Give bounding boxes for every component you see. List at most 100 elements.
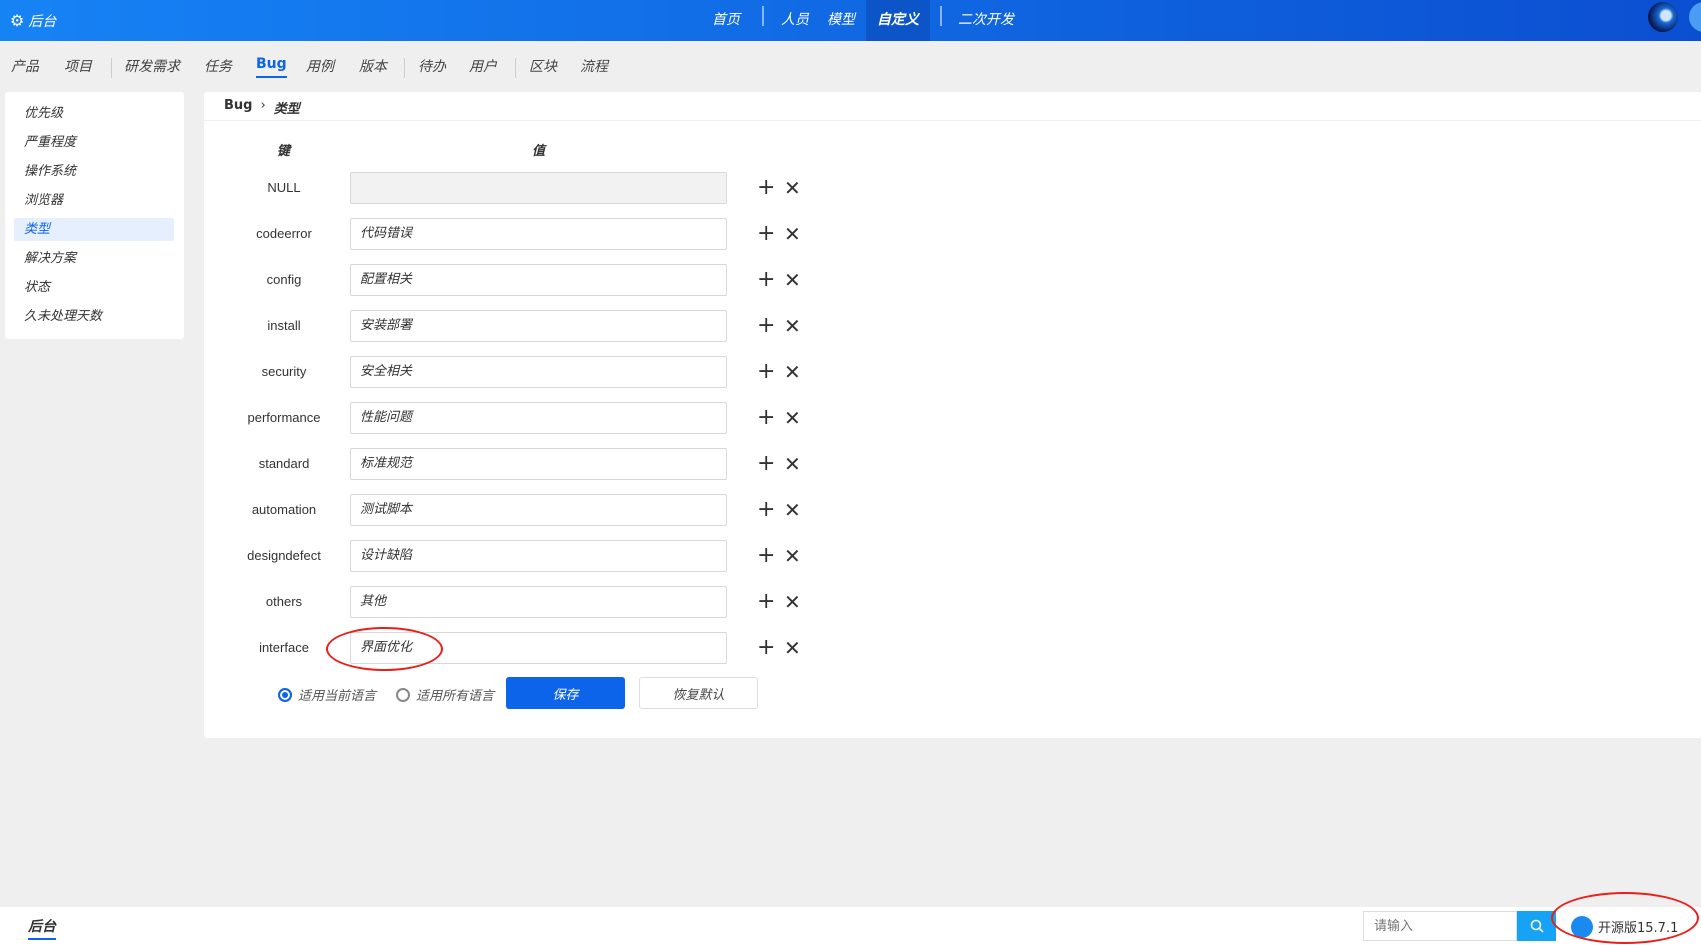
row-value-input[interactable]: 安装部署	[350, 310, 727, 342]
table-row: designdefect 设计缺陷 + ✕	[204, 540, 904, 572]
row-key: install	[267, 318, 301, 333]
plus-icon[interactable]: +	[757, 450, 775, 478]
table-row: codeerror 代码错误 + ✕	[204, 218, 904, 250]
nav-people[interactable]: 人员	[781, 0, 809, 41]
tab-task[interactable]: 任务	[204, 56, 232, 76]
nav-home[interactable]: 首页	[712, 0, 740, 41]
row-key: security	[261, 364, 307, 379]
sidebar: 优先级 严重程度 操作系统 浏览器 类型 解决方案 状态 久未处理天数	[5, 92, 184, 339]
plus-icon[interactable]: +	[757, 588, 775, 616]
nav-custom[interactable]: 自定义	[877, 0, 919, 41]
close-icon[interactable]: ✕	[784, 450, 801, 478]
footer-bar: 后台 开源版15.7.1	[0, 907, 1701, 945]
close-icon[interactable]: ✕	[784, 496, 801, 524]
nav-dev[interactable]: 二次开发	[958, 0, 1014, 41]
row-value-input[interactable]: 代码错误	[350, 218, 727, 250]
row-value-input[interactable]: 其他	[350, 586, 727, 618]
plus-icon[interactable]: +	[757, 312, 775, 340]
sidebar-item-os[interactable]: 操作系统	[14, 160, 174, 183]
table-row: config 配置相关 + ✕	[204, 264, 904, 296]
close-icon[interactable]: ✕	[784, 174, 801, 202]
nav-model[interactable]: 模型	[827, 0, 855, 41]
sidebar-item-priority[interactable]: 优先级	[14, 102, 174, 125]
search-button[interactable]	[1517, 911, 1556, 941]
row-value-input[interactable]: 设计缺陷	[350, 540, 727, 572]
plus-icon[interactable]: +	[757, 358, 775, 386]
admin-brand[interactable]: ⚙ 后台	[10, 0, 56, 41]
table-row: NULL + ✕	[204, 172, 904, 204]
table-row: automation 测试脚本 + ✕	[204, 494, 904, 526]
user-avatar[interactable]	[1648, 2, 1678, 32]
close-icon[interactable]: ✕	[784, 266, 801, 294]
row-value-input[interactable]: 界面优化	[350, 632, 727, 664]
version-label[interactable]: 开源版15.7.1	[1598, 917, 1678, 936]
row-value-input[interactable]: 配置相关	[350, 264, 727, 296]
table-row: others 其他 + ✕	[204, 586, 904, 618]
radio-checked[interactable]	[278, 687, 292, 702]
tab-case[interactable]: 用例	[306, 56, 334, 76]
row-key: performance	[247, 410, 321, 425]
row-value-input[interactable]: 标准规范	[350, 448, 727, 480]
close-icon[interactable]: ✕	[784, 588, 801, 616]
footer-label: 后台	[28, 916, 56, 940]
row-key: designdefect	[247, 548, 321, 563]
row-value-input[interactable]: 测试脚本	[350, 494, 727, 526]
sidebar-item-type[interactable]: 类型	[14, 218, 174, 241]
tab-block[interactable]: 区块	[529, 56, 557, 76]
close-icon[interactable]: ✕	[784, 220, 801, 248]
main-panel: Bug › 类型 键 值 NULL + ✕ codeerror 代码错误 + ✕ c…	[204, 92, 1701, 738]
row-key: standard	[258, 456, 310, 471]
row-key: others	[265, 594, 303, 609]
footer-search-input[interactable]	[1363, 911, 1517, 941]
radio-current-language[interactable]: 适用当前语言	[278, 685, 376, 704]
close-icon[interactable]: ✕	[784, 312, 801, 340]
sidebar-item-browser[interactable]: 浏览器	[14, 189, 174, 212]
tab-user[interactable]: 用户	[469, 56, 497, 76]
sidebar-item-severity[interactable]: 严重程度	[14, 131, 174, 154]
plus-icon[interactable]: +	[757, 634, 775, 662]
close-icon[interactable]: ✕	[784, 542, 801, 570]
plus-icon[interactable]: +	[757, 266, 775, 294]
table-row: standard 标准规范 + ✕	[204, 448, 904, 480]
row-value-input[interactable]: 性能问题	[350, 402, 727, 434]
tab-divider	[515, 58, 516, 78]
nav-divider	[940, 6, 942, 26]
radio-all-languages[interactable]: 适用所有语言	[396, 685, 494, 704]
row-key: NULL	[267, 180, 301, 195]
reset-default-button[interactable]: 恢复默认	[639, 677, 758, 709]
breadcrumb-parent[interactable]: Bug	[224, 98, 252, 117]
tab-project[interactable]: 项目	[64, 56, 92, 76]
row-key: interface	[259, 640, 309, 655]
sidebar-item-long-unhandled[interactable]: 久未处理天数	[14, 305, 174, 328]
close-icon[interactable]: ✕	[784, 404, 801, 432]
table-row: install 安装部署 + ✕	[204, 310, 904, 342]
tab-build[interactable]: 版本	[359, 56, 387, 76]
table-row: interface 界面优化 + ✕	[204, 632, 904, 664]
radio-unchecked[interactable]	[396, 687, 410, 702]
table-row: security 安全相关 + ✕	[204, 356, 904, 388]
plus-icon[interactable]: +	[757, 496, 775, 524]
save-button[interactable]: 保存	[506, 677, 625, 709]
tab-flow[interactable]: 流程	[580, 56, 608, 76]
row-value-input[interactable]: 安全相关	[350, 356, 727, 388]
tab-bug[interactable]: Bug	[256, 56, 287, 78]
row-key: config	[266, 272, 302, 287]
plus-icon[interactable]: +	[757, 542, 775, 570]
tab-product[interactable]: 产品	[11, 56, 39, 76]
row-key: codeerror	[256, 226, 312, 241]
tab-story[interactable]: 研发需求	[124, 56, 180, 76]
row-value-input[interactable]	[350, 172, 727, 204]
close-icon[interactable]: ✕	[784, 634, 801, 662]
zentao-logo-icon	[1571, 916, 1593, 938]
plus-icon[interactable]: +	[757, 220, 775, 248]
row-key: automation	[251, 502, 317, 517]
plus-icon[interactable]: +	[757, 174, 775, 202]
close-icon[interactable]: ✕	[784, 358, 801, 386]
add-button[interactable]	[1689, 2, 1701, 32]
sidebar-item-status[interactable]: 状态	[14, 276, 174, 299]
tab-todo[interactable]: 待办	[418, 56, 446, 76]
breadcrumb: Bug › 类型	[224, 98, 300, 117]
key-header: 键	[277, 144, 291, 159]
sidebar-item-resolution[interactable]: 解决方案	[14, 247, 174, 270]
plus-icon[interactable]: +	[757, 404, 775, 432]
